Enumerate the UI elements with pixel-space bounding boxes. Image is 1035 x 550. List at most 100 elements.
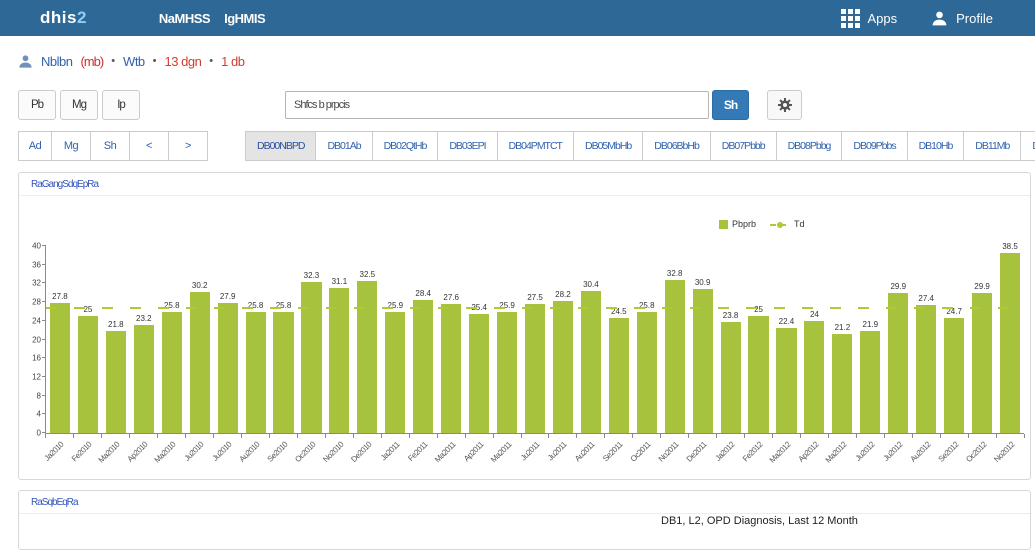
- bar-cell: 23.8: [717, 246, 745, 433]
- dashboard-owner-link[interactable]: Nblbn: [41, 54, 72, 69]
- legend-item-target[interactable]: Td: [770, 219, 805, 229]
- bar-cell: 31.1: [325, 246, 353, 433]
- bar: [776, 328, 796, 433]
- bottom-panel-link[interactable]: RaSqbEqRa: [31, 497, 78, 508]
- y-tick-mark: [42, 395, 46, 396]
- x-tick-mark: [493, 434, 494, 438]
- x-tick-mark: [604, 434, 605, 438]
- y-tick-mark: [42, 357, 46, 358]
- x-tick-mark: [800, 434, 801, 438]
- chart-legend: Pbprb Td: [719, 219, 805, 229]
- navbar-menu-item-1[interactable]: IgHMIS: [220, 11, 269, 26]
- dhis2-logo[interactable]: dhis2: [40, 8, 87, 28]
- target-line: [46, 307, 1024, 309]
- x-tick-mark: [129, 434, 130, 438]
- y-tick-mark: [42, 282, 46, 283]
- bar-value-label: 29.9: [890, 282, 906, 291]
- navbar-menu-item-0[interactable]: NaMHSS: [155, 11, 214, 26]
- bar-cell: 21.8: [102, 246, 130, 433]
- bar-value-label: 31.1: [332, 277, 348, 286]
- dashboard-action-button-1[interactable]: Mg: [60, 90, 98, 120]
- bar-cell: 25.8: [633, 246, 661, 433]
- bar: [693, 289, 713, 433]
- x-tick-mark: [409, 434, 410, 438]
- bar-cell: 21.9: [856, 246, 884, 433]
- bar-value-label: 23.8: [723, 311, 739, 320]
- x-tick-mark: [101, 434, 102, 438]
- tab-control-button-4[interactable]: >: [168, 131, 208, 161]
- y-tick-label: 20: [32, 335, 41, 344]
- bar-cell: 27.8: [46, 246, 74, 433]
- tab-control-button-2[interactable]: Sh: [90, 131, 130, 161]
- x-tick-mark: [437, 434, 438, 438]
- legend-item-series[interactable]: Pbprb: [719, 219, 756, 229]
- dashboard-tab-9[interactable]: DB09Pbbs: [841, 131, 907, 161]
- dashboard-action-button-0[interactable]: Pb: [18, 90, 56, 120]
- dashboard-tab-5[interactable]: DB05MbHb: [573, 131, 643, 161]
- x-tick-mark: [548, 434, 549, 438]
- bar-value-label: 27.4: [918, 294, 934, 303]
- chart-panel-header: RaGangSdqEpRa: [19, 173, 1030, 196]
- bar-cell: 23.2: [130, 246, 158, 433]
- x-tick-mark: [213, 434, 214, 438]
- bar-value-label: 32.3: [304, 271, 320, 280]
- chart-panel-link[interactable]: RaGangSdqEpRa: [31, 179, 98, 190]
- dashboard-tab-6[interactable]: DB06BbHb: [642, 131, 711, 161]
- legend-target-swatch: [770, 221, 790, 228]
- dashboard-tab-11[interactable]: DB11Mb: [963, 131, 1021, 161]
- gear-icon: [777, 97, 793, 113]
- legend-target-label: Td: [794, 219, 805, 229]
- bar: [832, 334, 852, 433]
- bar-cell: 25.8: [270, 246, 298, 433]
- bar: [301, 282, 321, 433]
- x-tick-mark: [996, 434, 997, 438]
- dashboard-stat-days: 13 dgn: [165, 54, 202, 69]
- settings-button[interactable]: [767, 90, 802, 120]
- bar-cell: 25.8: [158, 246, 186, 433]
- dashboard-tab-12[interactable]: D: [1020, 131, 1035, 161]
- bar: [441, 304, 461, 433]
- dashboard-tab-8[interactable]: DB08Pbbg: [776, 131, 843, 161]
- x-tick-mark: [325, 434, 326, 438]
- bar: [190, 292, 210, 433]
- dashboard-tab-1[interactable]: DB01Ab: [315, 131, 372, 161]
- profile-menu-button[interactable]: Profile: [931, 10, 993, 27]
- apps-menu-button[interactable]: Apps: [841, 9, 898, 28]
- dashboard-shared-link[interactable]: Wtb: [123, 54, 145, 69]
- tab-control-button-1[interactable]: Mg: [51, 131, 91, 161]
- dashboard-tab-3[interactable]: DB03EPI: [437, 131, 497, 161]
- bar-cell: 27.9: [214, 246, 242, 433]
- bar-cell: 25.9: [493, 246, 521, 433]
- bar: [972, 293, 992, 433]
- dashboard-action-button-2[interactable]: Ip: [102, 90, 140, 120]
- x-tick-mark: [912, 434, 913, 438]
- bar-cell: 27.4: [912, 246, 940, 433]
- search-button[interactable]: Sh: [712, 90, 749, 120]
- bottom-chart-title: DB1, L2, OPD Diagnosis, Last 12 Month: [661, 515, 858, 527]
- x-tick-mark: [73, 434, 74, 438]
- search-input[interactable]: [285, 91, 709, 119]
- bar-cell: 24: [800, 246, 828, 433]
- tab-control-button-0[interactable]: Ad: [18, 131, 52, 161]
- y-tick-label: 8: [37, 391, 41, 400]
- dashboard-tab-2[interactable]: DB02QtHb: [372, 131, 439, 161]
- y-tick-label: 4: [37, 410, 41, 419]
- bar-cell: 25.8: [242, 246, 270, 433]
- dashboard-tab-10[interactable]: DB10Hb: [907, 131, 965, 161]
- dashboard-stat-items: 1 db: [221, 54, 244, 69]
- dashboard-tab-0[interactable]: DB00NBPD: [245, 131, 316, 161]
- y-tick-label: 12: [32, 372, 41, 381]
- bar-cell: 25.4: [465, 246, 493, 433]
- bar-cell: 21.2: [828, 246, 856, 433]
- tab-control-button-3[interactable]: <: [129, 131, 169, 161]
- navbar-right: Apps Profile: [841, 9, 994, 28]
- dashboard-tab-4[interactable]: DB04PMTCT: [497, 131, 574, 161]
- y-tick-label: 16: [32, 354, 41, 363]
- dashboard-owner-suffix: (mb): [80, 54, 103, 69]
- bar: [637, 312, 657, 433]
- x-tick-mark: [660, 434, 661, 438]
- bar-cell: 30.4: [577, 246, 605, 433]
- dashboard-tab-7[interactable]: DB07Pbbb: [710, 131, 777, 161]
- y-tick-mark: [42, 376, 46, 377]
- bar: [748, 316, 768, 433]
